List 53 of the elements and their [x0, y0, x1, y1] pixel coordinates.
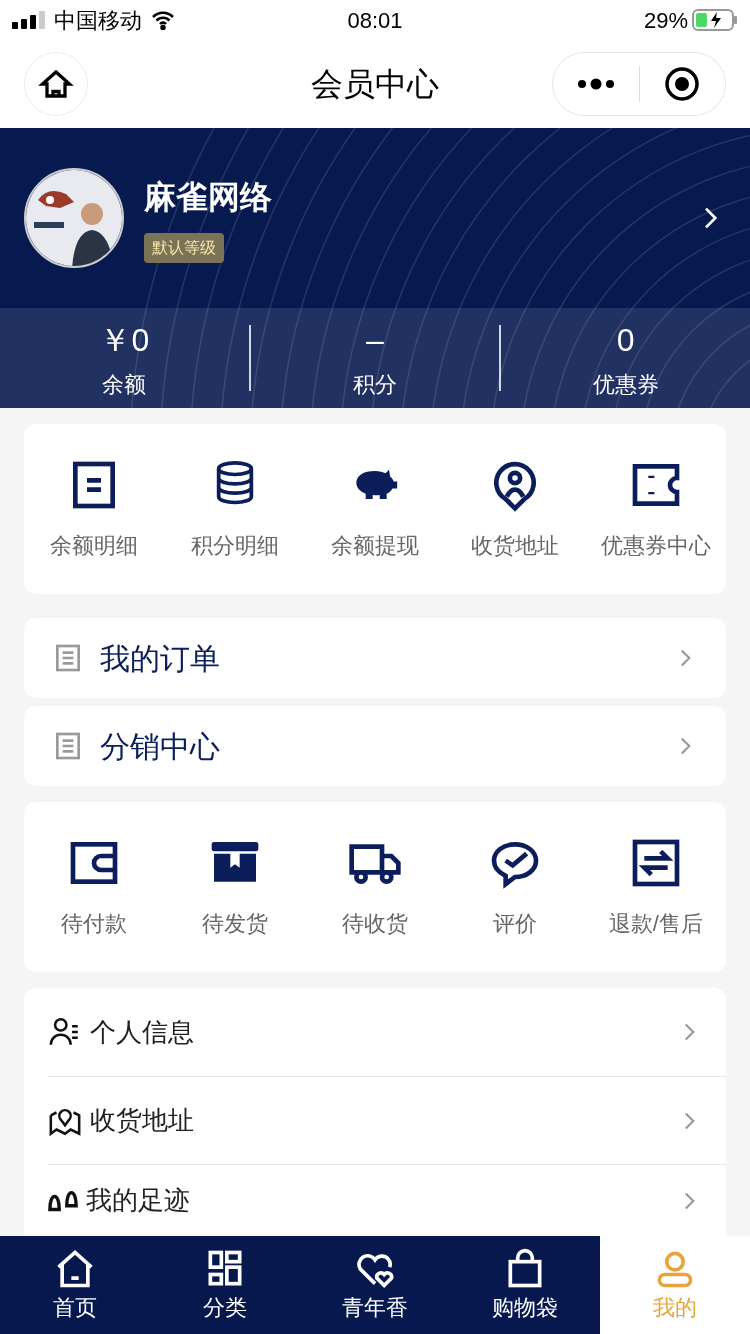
order-status-label: 待收货 [342, 909, 408, 938]
settings-row-label: 个人信息 [90, 1015, 195, 1049]
tab-bar-item[interactable]: 首页 [0, 1236, 150, 1334]
menu-card[interactable]: 分销中心 [24, 706, 726, 786]
stat-value: ￥0 [99, 320, 150, 360]
order-status-item[interactable]: 待发货 [164, 834, 305, 940]
menu-card-label: 分销中心 [100, 728, 221, 765]
stat-label: 积分 [353, 370, 397, 399]
order-status-item[interactable]: 待收货 [304, 834, 446, 940]
quick-action-label: 优惠券中心 [600, 531, 711, 560]
stat-item[interactable]: – 积分 [250, 315, 500, 401]
menu-card-label: 我的订单 [100, 640, 221, 677]
tab-bar-item[interactable]: 分类 [150, 1236, 300, 1334]
member-name: 麻雀网络 [144, 178, 272, 217]
more-icon [575, 78, 616, 90]
quick-action-label: 余额提现 [331, 531, 419, 560]
quick-action-label: 积分明细 [190, 531, 279, 560]
clock-time: 08:01 [347, 6, 403, 35]
settings-row-label: 我的足迹 [86, 1184, 191, 1217]
quick-action-label: 余额明细 [50, 531, 139, 560]
quick-action-label: 收货地址 [471, 531, 560, 560]
order-status-label: 退款/售后 [608, 909, 703, 938]
quick-action[interactable]: 收货地址 [445, 456, 586, 562]
stat-value: 0 [616, 320, 635, 360]
quick-action[interactable]: 余额提现 [304, 456, 446, 562]
order-status-label: 待发货 [201, 909, 268, 938]
order-status-label: 待付款 [61, 909, 128, 938]
quick-action[interactable]: 积分明细 [164, 456, 305, 562]
stat-item[interactable]: ￥0 余额 [0, 315, 249, 401]
battery-icon [692, 8, 738, 32]
order-status-label: 评价 [493, 909, 538, 938]
stat-label: 优惠券 [592, 370, 659, 399]
level-badge: 默认等级 [144, 233, 224, 263]
carrier-name: 中国移动 [54, 6, 142, 35]
order-status-item[interactable]: 评价 [445, 834, 586, 940]
signal-icon [12, 11, 46, 29]
settings-row[interactable]: 收货地址 [48, 1076, 726, 1164]
page-title: 会员中心 [311, 65, 439, 104]
order-status-item[interactable]: 退款/售后 [585, 834, 727, 940]
tab-bar-item[interactable]: 购物袋 [450, 1236, 600, 1334]
order-status-item[interactable]: 待付款 [24, 834, 165, 940]
footprints-icon [48, 1189, 78, 1212]
quick-action[interactable]: 优惠券中心 [585, 456, 727, 562]
tab-bar-item[interactable]: 青年香 [300, 1236, 450, 1334]
stat-label: 余额 [102, 370, 147, 399]
target-icon [664, 66, 701, 102]
menu-card[interactable]: 我的订单 [24, 618, 726, 698]
wifi-icon [150, 10, 176, 30]
settings-row-label: 收货地址 [90, 1104, 195, 1137]
battery-percent: 29% [643, 6, 688, 35]
settings-row[interactable]: 个人信息 [48, 988, 726, 1076]
quick-action[interactable]: 余额明细 [24, 456, 165, 562]
stat-value: – [366, 320, 384, 360]
